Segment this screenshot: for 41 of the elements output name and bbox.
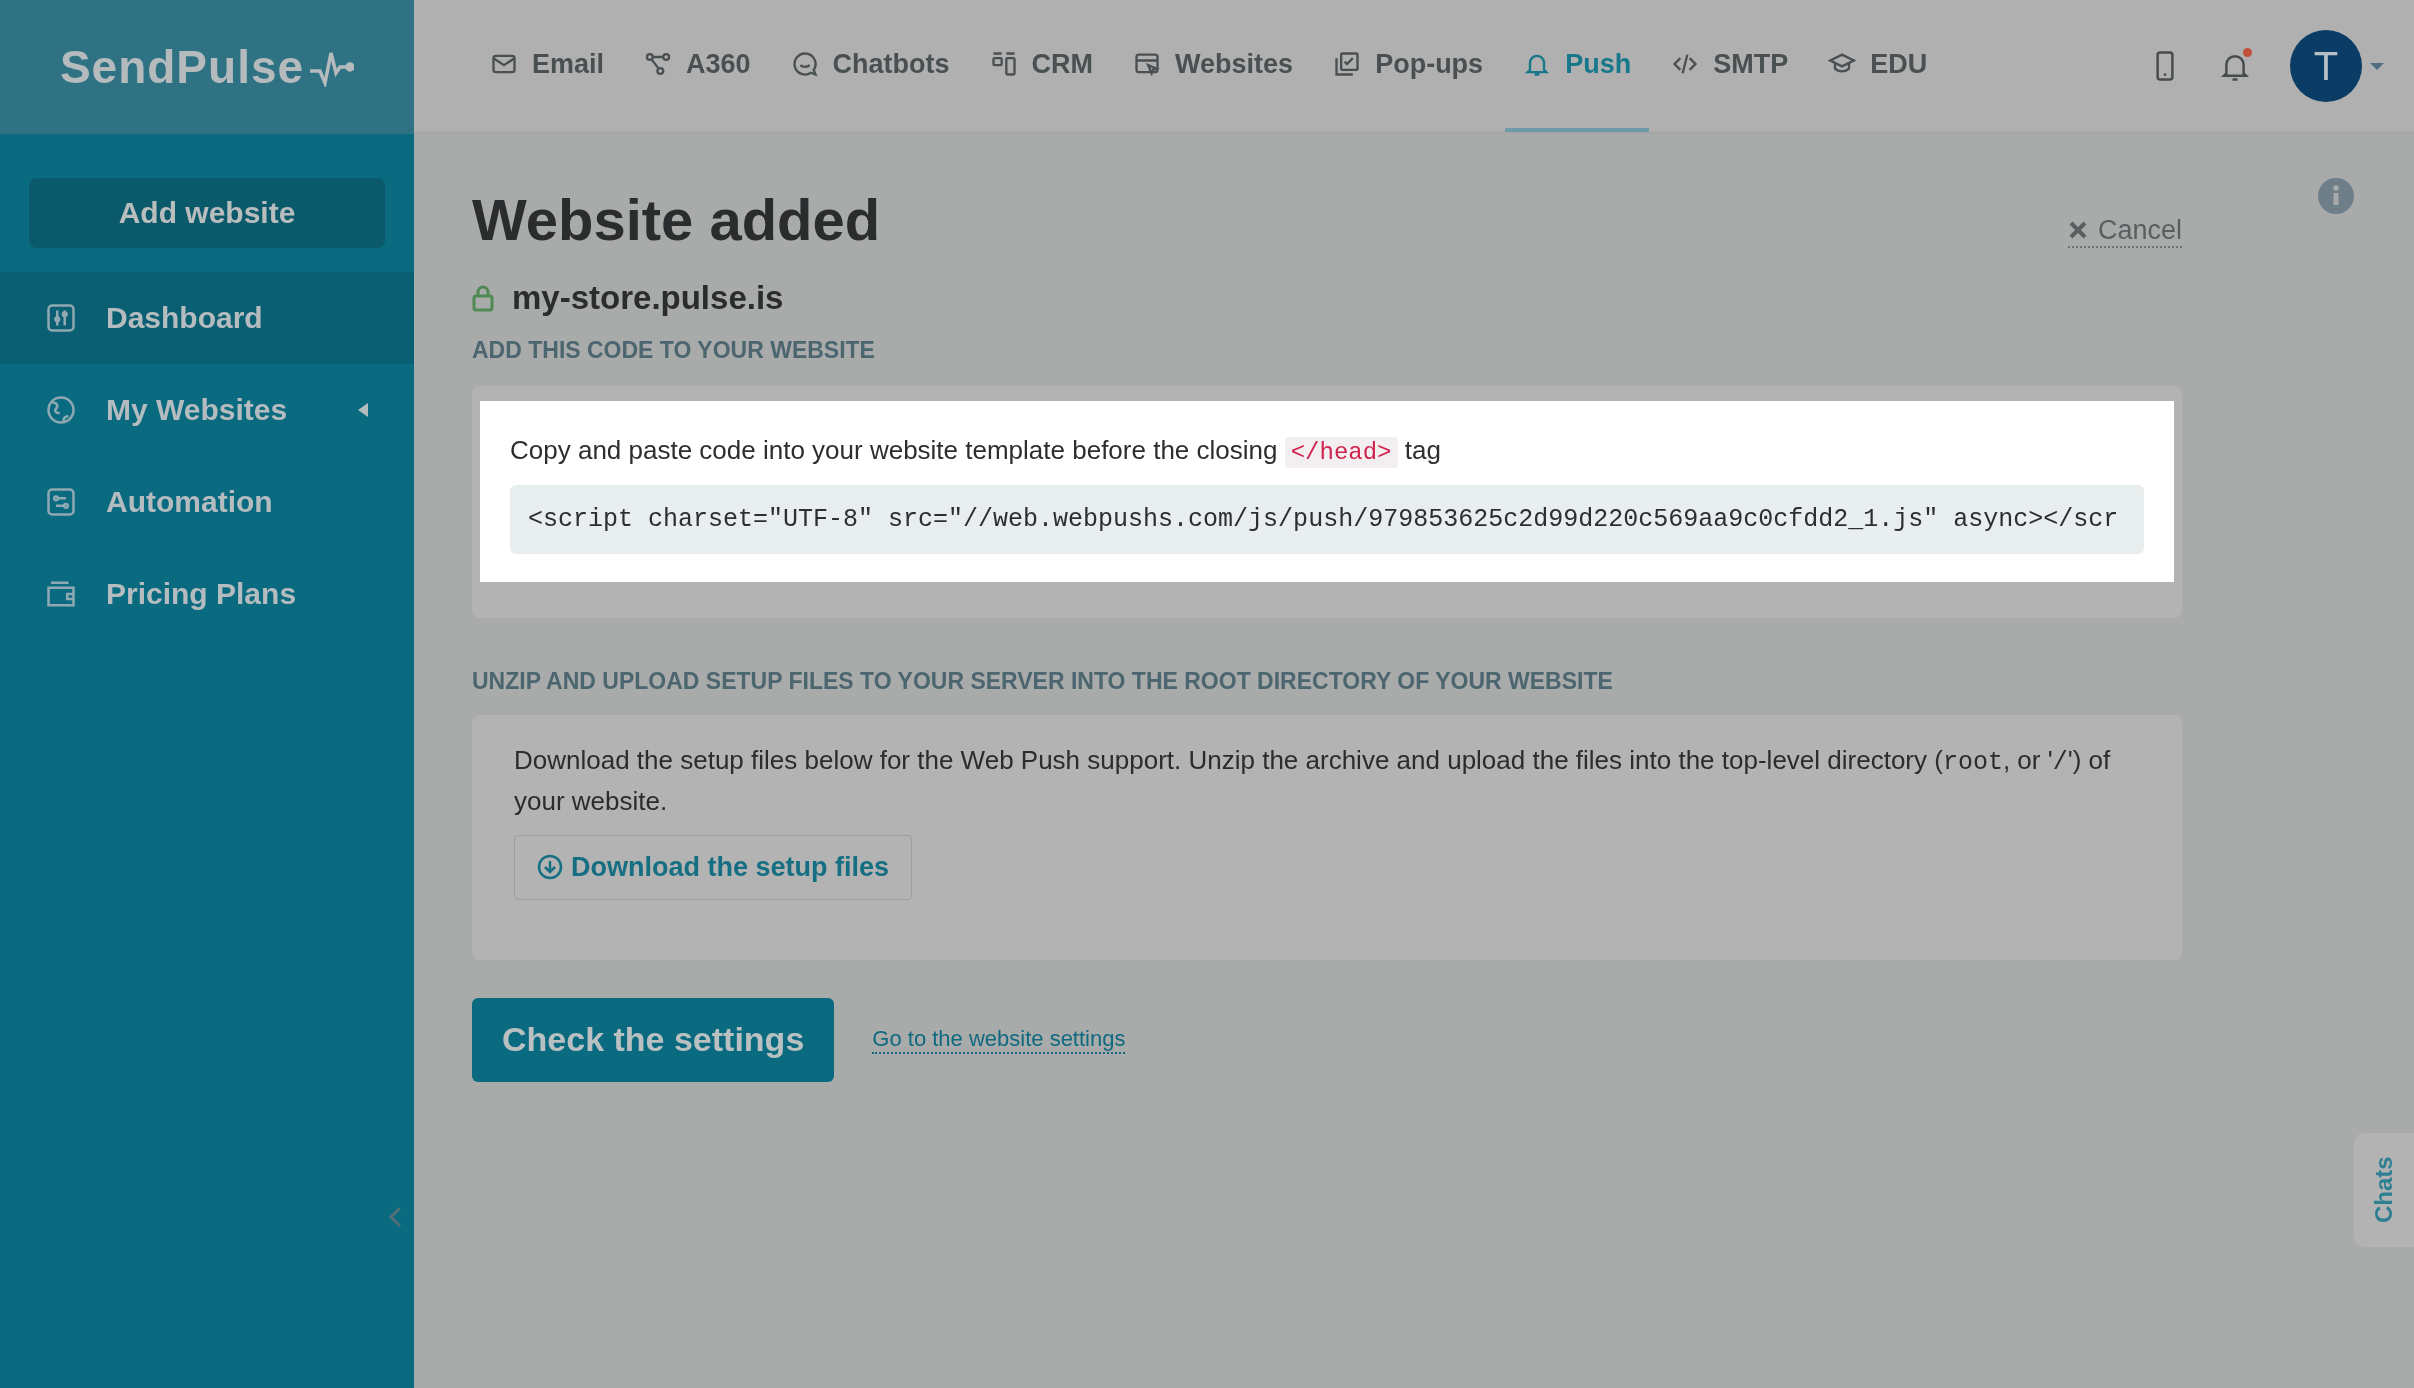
nav-tab[interactable]: Websites [1115, 0, 1312, 132]
flow-icon [46, 487, 76, 517]
user-avatar[interactable]: T [2290, 30, 2362, 102]
caret-icon[interactable] [2370, 61, 2384, 71]
section-heading: ADD THIS CODE TO YOUR WEBSITE [472, 337, 876, 364]
wallet-icon [46, 579, 76, 609]
sidebar-item[interactable]: Automation [0, 456, 414, 548]
nav-tab[interactable]: CRM [971, 0, 1112, 132]
page-title: Website added [472, 186, 881, 253]
cancel-link[interactable]: Cancel [2067, 214, 2182, 249]
domain-name: my-store.pulse.is [512, 279, 784, 317]
nav-tab[interactable]: Email [472, 0, 623, 132]
nav-tab[interactable]: A360 [626, 0, 769, 132]
lock-icon [472, 284, 494, 312]
globe-icon [46, 395, 76, 425]
nav-tab[interactable]: EDU [1810, 0, 1946, 132]
download-icon [537, 854, 563, 880]
chats-tab[interactable]: Chats [2354, 1133, 2414, 1247]
sliders-icon [46, 303, 76, 333]
download-button[interactable]: Download the setup files [514, 834, 913, 900]
instruction-text: Copy and paste code into your website template before the closing </head> tag [510, 434, 1442, 470]
info-icon[interactable] [2318, 178, 2354, 214]
sidebar-item[interactable]: My Websites [0, 364, 414, 456]
code-snippet[interactable]: <script charset="UTF-8" src="//web.webpushs.com/js/push/979853625c2d99d220c569aa9c0cfdd2_1.js" async></scr [510, 485, 2144, 554]
nodes-icon [644, 50, 673, 78]
website-settings-link[interactable]: Go to the website settings [872, 1025, 1126, 1054]
sidebar-item[interactable]: Dashboard [0, 272, 414, 364]
nav-tab[interactable]: Push [1505, 0, 1650, 132]
nav-tab[interactable]: Chatbots [772, 0, 968, 132]
nav-tab[interactable]: SMTP [1653, 0, 1807, 132]
nav-tab[interactable]: Pop-ups [1315, 0, 1502, 132]
check-settings-button[interactable]: Check the settings [472, 997, 835, 1082]
section-heading: UNZIP AND UPLOAD SETUP FILES TO YOUR SERVER INTO THE ROOT DIRECTORY OF YOUR WEBSITE [472, 668, 1614, 695]
instruction-text: Download the setup files below for the Web Push support. Unzip the archive and upload the files into the top-level directory (root, or '/') of your website. [514, 744, 2112, 818]
stacked-windows-icon [1333, 50, 1362, 78]
add-website-button[interactable]: Add website [29, 178, 385, 248]
logo-text: SendPulse [59, 40, 305, 94]
chat-bubble-icon [790, 50, 819, 78]
columns-icon [989, 50, 1018, 78]
sidebar-item[interactable]: Pricing Plans [0, 548, 414, 640]
close-icon [2067, 220, 2088, 241]
